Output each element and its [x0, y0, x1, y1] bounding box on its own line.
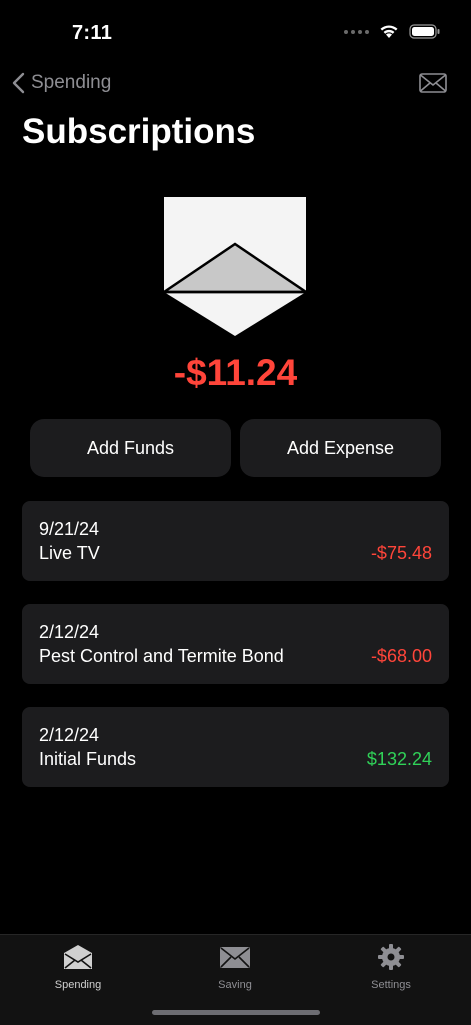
transaction-amount: -$68.00 — [370, 646, 432, 666]
transaction-list: 9/21/24 Live TV -$75.48 2/12/24 Pest Con… — [22, 501, 449, 810]
tab-label: Settings — [371, 979, 411, 991]
tab-saving[interactable]: Saving — [185, 943, 285, 991]
envelope-icon — [220, 947, 250, 968]
transaction-name: Pest Control and Termite Bond — [39, 646, 284, 666]
tab-settings[interactable]: Settings — [341, 943, 441, 991]
transaction-date: 2/12/24 — [39, 622, 100, 642]
battery-icon — [409, 24, 440, 39]
transaction-row[interactable]: 9/21/24 Live TV -$75.48 — [22, 501, 449, 581]
transaction-date: 2/12/24 — [39, 725, 100, 745]
transaction-name: Initial Funds — [39, 749, 137, 769]
tab-label: Saving — [218, 979, 252, 991]
home-indicator — [152, 1010, 320, 1015]
navigation-bar: Spending — [0, 66, 471, 106]
transaction-name: Live TV — [39, 543, 100, 563]
envelope-hero-icon — [163, 197, 307, 336]
transaction-amount: -$75.48 — [370, 543, 432, 563]
status-bar: 7:11 — [0, 0, 471, 70]
transaction-date: 9/21/24 — [39, 519, 100, 539]
status-icons — [344, 24, 441, 39]
transaction-row[interactable]: 2/12/24 Pest Control and Termite Bond -$… — [22, 604, 449, 684]
transaction-row[interactable]: 2/12/24 Initial Funds $132.24 — [22, 707, 449, 787]
back-button-label: Spending — [31, 72, 112, 93]
envelope-icon — [419, 73, 447, 93]
cellular-signal-icon — [344, 29, 369, 34]
wifi-icon — [380, 25, 398, 38]
back-button[interactable]: Spending — [12, 72, 111, 94]
balance-amount: -$11.24 — [173, 352, 298, 393]
chevron-left-icon — [12, 72, 25, 94]
page-title: Subscriptions — [22, 112, 256, 151]
add-funds-button[interactable]: Add Funds — [30, 419, 231, 477]
gear-icon — [378, 944, 404, 970]
tab-label: Spending — [54, 979, 102, 991]
status-time: 7:11 — [72, 22, 113, 44]
transaction-amount: $132.24 — [366, 749, 432, 769]
envelope-open-icon — [64, 945, 92, 969]
tab-spending[interactable]: Spending — [28, 943, 128, 991]
action-buttons: Add Funds Add Expense — [30, 419, 441, 477]
mail-button[interactable] — [419, 72, 447, 99]
add-expense-button[interactable]: Add Expense — [240, 419, 441, 477]
